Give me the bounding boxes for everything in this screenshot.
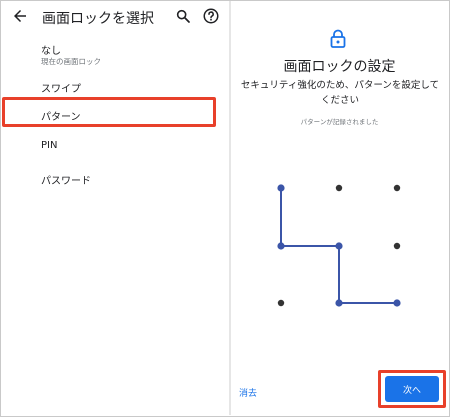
pattern-dot-2[interactable] (335, 184, 343, 192)
pattern-dot-7[interactable] (277, 299, 285, 307)
pattern-dot-5[interactable] (335, 242, 343, 250)
pattern-dot-6[interactable] (393, 242, 401, 250)
pattern-dot-8[interactable] (335, 299, 343, 307)
pattern-dot-4[interactable] (277, 242, 285, 250)
pattern-grid[interactable] (0, 0, 450, 417)
pattern-dot-3[interactable] (393, 184, 401, 192)
clear-button[interactable]: 消去 (239, 386, 257, 399)
pattern-dot-1[interactable] (277, 184, 285, 192)
next-button[interactable]: 次へ (385, 376, 439, 402)
pattern-dot-9[interactable] (393, 299, 401, 307)
